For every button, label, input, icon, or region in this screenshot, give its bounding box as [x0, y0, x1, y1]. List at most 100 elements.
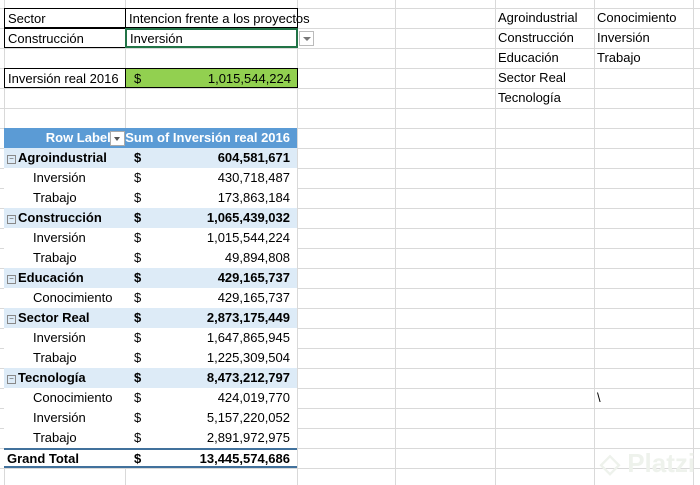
cell-sector-list-item[interactable]: Construcción	[495, 28, 577, 48]
cell-intention-list-item[interactable]: Inversión	[594, 28, 653, 48]
result-currency: $	[134, 71, 142, 86]
pivot-row-label: Conocimiento	[33, 290, 113, 305]
cell-sector-list-item[interactable]: Educación	[495, 48, 562, 68]
pivot-values-header: Sum of Inversión real 2016	[125, 130, 290, 145]
pivot-header: Row Labels Sum of Inversión real 2016	[4, 128, 297, 148]
cell-sector-list-item[interactable]: Sector Real	[495, 68, 569, 88]
pivot-label-cell: Conocimiento	[33, 388, 113, 408]
cell-intention-list-item[interactable]: Trabajo	[594, 48, 644, 68]
dropdown-button[interactable]	[299, 31, 314, 46]
pivot-row-label: Conocimiento	[33, 390, 113, 405]
pivot-item-row[interactable]: Inversión $1,015,544,224	[4, 228, 297, 248]
pivot-row-label: Inversión	[33, 170, 86, 185]
pivot-currency: $	[134, 370, 142, 385]
cell-result-label[interactable]: Inversión real 2016	[4, 68, 126, 88]
collapse-icon[interactable]: −	[7, 375, 16, 384]
pivot-value: 430,718,487	[217, 170, 290, 185]
pivot-item-row[interactable]: Conocimiento $424,019,770	[4, 388, 297, 408]
pivot-currency: $	[134, 270, 142, 285]
pivot-label-cell: − Sector Real	[7, 308, 90, 328]
pivot-item-row[interactable]: Trabajo $2,891,972,975	[4, 428, 297, 448]
pivot-value: 1,647,865,945	[206, 330, 290, 345]
pivot-currency: $	[134, 150, 142, 165]
pivot-label-cell: Trabajo	[33, 348, 77, 368]
pivot-row-label: Trabajo	[33, 250, 77, 265]
cell-stray-backslash[interactable]: \	[594, 388, 604, 408]
pivot-grand-total-row[interactable]: Grand Total $13,445,574,686	[4, 448, 297, 468]
pivot-currency: $	[134, 451, 142, 466]
pivot-item-row[interactable]: Trabajo $1,225,309,504	[4, 348, 297, 368]
cell-sector-list-item[interactable]: Tecnología	[495, 88, 564, 108]
pivot-label-cell: Grand Total	[7, 450, 79, 467]
cell-sector-list-item[interactable]: Agroindustrial	[495, 8, 581, 28]
pivot-currency: $	[134, 410, 142, 425]
gridline	[395, 0, 396, 485]
pivot-label-cell: Inversión	[33, 328, 86, 348]
pivot-currency: $	[134, 210, 142, 225]
pivot-item-row[interactable]: Conocimiento $429,165,737	[4, 288, 297, 308]
pivot-label-cell: Conocimiento	[33, 288, 113, 308]
pivot-value: 2,891,972,975	[206, 430, 290, 445]
gridline	[594, 0, 595, 485]
platzi-watermark: ◇ Platzi	[600, 448, 696, 478]
pivot-value: 13,445,574,686	[199, 451, 290, 466]
pivot-value: 1,015,544,224	[206, 230, 290, 245]
collapse-icon[interactable]: −	[7, 155, 16, 164]
pivot-value: 429,165,737	[217, 290, 290, 305]
pivot-row-label: Grand Total	[7, 451, 79, 466]
pivot-currency: $	[134, 330, 142, 345]
pivot-row-label: Inversión	[33, 330, 86, 345]
pivot-label-cell: Inversión	[33, 228, 86, 248]
pivot-row-labels-header: Row Labels	[45, 130, 118, 145]
pivot-group-row[interactable]: − Tecnología $8,473,212,797	[4, 368, 297, 388]
pivot-group-row[interactable]: − Sector Real $2,873,175,449	[4, 308, 297, 328]
pivot-label-cell: Inversión	[33, 168, 86, 188]
pivot-group-row[interactable]: − Agroindustrial $604,581,671	[4, 148, 297, 168]
pivot-item-row[interactable]: Inversión $430,718,487	[4, 168, 297, 188]
pivot-group-row[interactable]: − Construcción $1,065,439,032	[4, 208, 297, 228]
pivot-label-cell: Inversión	[33, 408, 86, 428]
pivot-group-row[interactable]: − Educación $429,165,737	[4, 268, 297, 288]
pivot-row-label: Trabajo	[33, 350, 77, 365]
pivot-row-label: Tecnología	[18, 370, 86, 385]
pivot-item-row[interactable]: Inversión $5,157,220,052	[4, 408, 297, 428]
cell-sector-label[interactable]: Sector	[4, 8, 126, 28]
pivot-currency: $	[134, 190, 142, 205]
pivot-value: 5,157,220,052	[206, 410, 290, 425]
pivot-row-label: Inversión	[33, 230, 86, 245]
collapse-icon[interactable]: −	[7, 275, 16, 284]
pivot-label-cell: Trabajo	[33, 428, 77, 448]
collapse-icon[interactable]: −	[7, 215, 16, 224]
pivot-item-row[interactable]: Trabajo $173,863,184	[4, 188, 297, 208]
pivot-item-row[interactable]: Inversión $1,647,865,945	[4, 328, 297, 348]
cell-intention-list-item[interactable]: Conocimiento	[594, 8, 680, 28]
cell-intention-label[interactable]: Intencion frente a los proyectos	[125, 8, 310, 28]
pivot-item-row[interactable]: Trabajo $49,894,808	[4, 248, 297, 268]
pivot-currency: $	[134, 390, 142, 405]
cell-sector-value[interactable]: Construcción	[4, 28, 126, 48]
pivot-value: 49,894,808	[224, 250, 290, 265]
pivot-label-cell: − Tecnología	[7, 368, 86, 388]
pivot-currency: $	[134, 430, 142, 445]
cell-intention-value-selected[interactable]: Inversión	[125, 28, 298, 48]
result-amount: 1,015,544,224	[207, 71, 291, 86]
pivot-row-label: Trabajo	[33, 190, 77, 205]
pivot-value: 2,873,175,449	[206, 310, 290, 325]
pivot-value: 8,473,212,797	[206, 370, 290, 385]
pivot-row-label: Inversión	[33, 410, 86, 425]
pivot-currency: $	[134, 290, 142, 305]
pivot-label-cell: − Construcción	[7, 208, 102, 228]
pivot-value: 429,165,737	[217, 270, 290, 285]
row-labels-filter-button[interactable]	[110, 131, 125, 146]
pivot-currency: $	[134, 170, 142, 185]
pivot-currency: $	[134, 230, 142, 245]
pivot-row-label: Construcción	[18, 210, 102, 225]
pivot-row-label: Sector Real	[18, 310, 90, 325]
cell-result-value[interactable]: $ 1,015,544,224	[125, 68, 298, 88]
collapse-icon[interactable]: −	[7, 315, 16, 324]
pivot-row-label: Agroindustrial	[18, 150, 107, 165]
pivot-value: 1,065,439,032	[206, 210, 290, 225]
gridline	[0, 108, 700, 109]
pivot-currency: $	[134, 250, 142, 265]
chevron-down-icon	[303, 37, 311, 41]
